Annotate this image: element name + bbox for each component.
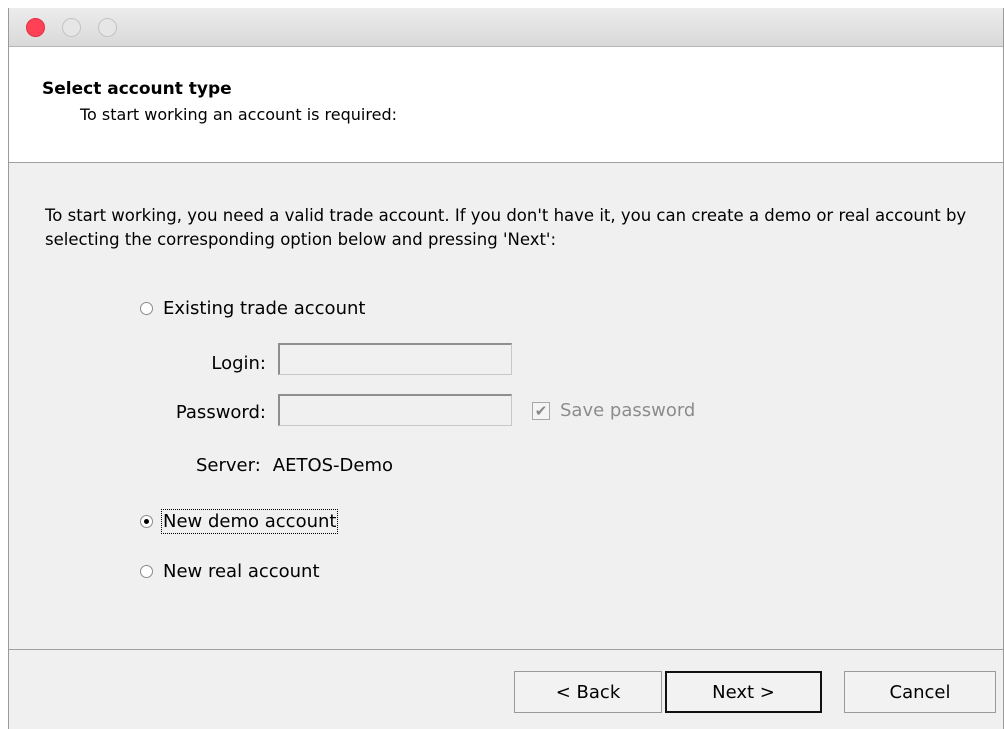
maximize-icon[interactable] [98, 18, 117, 37]
save-password-label: Save password [560, 400, 696, 421]
back-button[interactable]: < Back [514, 671, 662, 713]
back-button-label: < Back [555, 681, 621, 703]
page-subtitle: To start working an account is required: [80, 105, 397, 124]
login-label: Login: [211, 353, 266, 374]
radio-icon[interactable] [140, 302, 153, 315]
title-bar [9, 8, 1003, 47]
checkbox-icon[interactable]: ✔ [532, 401, 550, 420]
server-label: Server: [196, 455, 261, 476]
password-field[interactable] [278, 394, 512, 426]
page-title: Select account type [42, 79, 232, 99]
password-label: Password: [175, 402, 266, 423]
next-button[interactable]: Next > [665, 671, 822, 713]
minimize-icon[interactable] [62, 18, 81, 37]
new-demo-account-label: New demo account [160, 509, 339, 534]
radio-icon[interactable] [140, 515, 153, 528]
next-button-label: Next > [712, 681, 775, 703]
account-type-dialog: Select account type To start working an … [8, 8, 1004, 729]
cancel-button-label: Cancel [889, 681, 951, 703]
new-real-account-label: New real account [163, 561, 320, 582]
radio-icon[interactable] [140, 565, 153, 578]
new-real-account-option[interactable]: New real account [140, 561, 320, 582]
server-value: AETOS-Demo [272, 455, 394, 476]
wizard-header: Select account type To start working an … [9, 47, 1003, 163]
intro-text: To start working, you need a valid trade… [45, 206, 967, 249]
existing-account-label: Existing trade account [163, 298, 366, 319]
close-icon[interactable] [26, 18, 45, 37]
server-info: Server: AETOS-Demo [196, 455, 393, 476]
save-password-checkbox[interactable]: ✔ Save password [532, 400, 695, 421]
footer-divider [9, 649, 1003, 650]
new-demo-account-option[interactable]: New demo account [140, 509, 339, 534]
cancel-button[interactable]: Cancel [844, 671, 996, 713]
login-field[interactable] [278, 343, 512, 375]
existing-account-option[interactable]: Existing trade account [140, 298, 365, 319]
